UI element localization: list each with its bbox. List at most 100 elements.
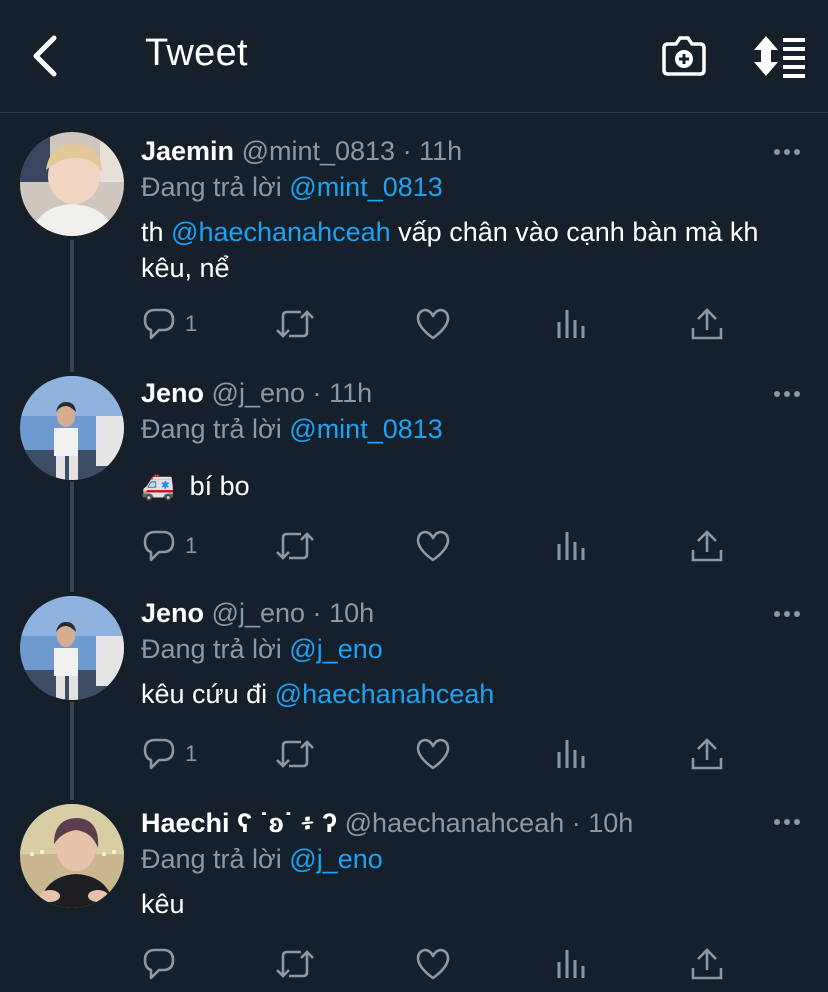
retweet-button[interactable] [275,944,315,984]
share-button[interactable] [689,526,725,566]
sort-button[interactable] [752,34,808,78]
like-button[interactable] [415,304,451,344]
tweet-text: kêu [141,886,781,922]
reply-prefix: Đang trả lời [141,414,282,444]
tweet-actions [141,944,741,984]
analytics-button[interactable] [553,304,589,344]
retweet-icon [276,740,314,768]
username: @j_eno [211,598,306,628]
reply-icon [143,530,175,562]
camera-button[interactable] [660,34,708,78]
share-icon [691,308,723,340]
reply-to-mention[interactable]: @j_eno [289,844,382,874]
tweet-item[interactable]: Jeno @j_eno · 10h Đang trả lời @j_eno kê… [0,580,828,790]
reply-to-mention[interactable]: @mint_0813 [289,414,443,444]
top-bar: Tweet [0,0,828,113]
reply-context: Đang trả lời @mint_0813 [141,414,443,445]
tweet-header: Jeno @j_eno · 10h [141,598,374,629]
more-options-button[interactable] [772,604,802,624]
text-segment: th [141,217,164,247]
more-options-button[interactable] [772,142,802,162]
reply-button[interactable]: 1 [141,734,197,774]
reply-count: 1 [185,533,198,558]
text-segment: kêu cứu đi [141,679,268,709]
retweet-button[interactable] [275,304,315,344]
display-name[interactable]: Jaemin [141,136,234,166]
reply-context: Đang trả lời @j_eno [141,634,383,665]
tweet-text: th @haechanahceah vấp chân vào cạnh bàn … [141,214,781,286]
mention-link[interactable]: @haechanahceah [275,679,495,709]
mention-link[interactable]: @haechanahceah [171,217,391,247]
display-name[interactable]: Jeno [141,598,204,628]
analytics-icon [557,740,585,768]
page-title: Tweet [145,32,248,74]
retweet-icon [276,532,314,560]
reply-to-mention[interactable]: @mint_0813 [289,172,443,202]
display-name[interactable]: Jeno [141,378,204,408]
tweet-item[interactable]: Jaemin @mint_0813 · 11h Đang trả lời @mi… [0,112,828,360]
separator-dot: · [402,136,412,166]
share-button[interactable] [689,304,725,344]
separator-dot: · [312,378,322,408]
tweet-header: Jaemin @mint_0813 · 11h [141,136,462,167]
retweet-button[interactable] [275,526,315,566]
like-icon [416,738,450,770]
reply-prefix: Đang trả lời [141,844,282,874]
avatar[interactable] [20,376,124,480]
reply-context: Đang trả lời @j_eno [141,844,383,875]
reply-count: 1 [185,741,198,766]
retweet-icon [276,310,314,338]
analytics-icon [557,310,585,338]
analytics-icon [557,950,585,978]
username: @haechanahceah [344,808,565,838]
more-options-button[interactable] [772,812,802,832]
analytics-button[interactable] [553,734,589,774]
share-icon [691,738,723,770]
reply-button[interactable] [141,944,185,984]
reply-icon [143,948,175,980]
retweet-icon [276,950,314,978]
more-icon [774,149,800,155]
tweet-actions: 1 [141,304,741,344]
tweet-text: kêu cứu đi @haechanahceah [141,676,781,712]
like-button[interactable] [415,734,451,774]
text-segment: kêu [141,889,185,919]
retweet-button[interactable] [275,734,315,774]
camera-add-icon [662,36,706,76]
analytics-icon [557,532,585,560]
sort-icon [754,36,805,78]
more-icon [774,611,800,617]
share-button[interactable] [689,734,725,774]
avatar[interactable] [20,804,124,908]
display-name[interactable]: Haechi ʕ ˙ʚ˙ ፥ ʔ [141,808,337,838]
like-button[interactable] [415,944,451,984]
analytics-button[interactable] [553,526,589,566]
avatar[interactable] [20,132,124,236]
share-icon [691,948,723,980]
reply-button[interactable]: 1 [141,526,197,566]
share-button[interactable] [689,944,725,984]
more-options-button[interactable] [772,384,802,404]
username: @j_eno [211,378,306,408]
tweet-actions: 1 [141,526,741,566]
separator-dot: · [312,598,322,628]
timestamp: 11h [419,136,463,166]
reply-button[interactable]: 1 [141,304,197,344]
share-icon [691,530,723,562]
back-button[interactable] [22,28,72,84]
reply-icon [143,738,175,770]
chevron-left-icon [33,35,57,77]
like-icon [416,530,450,562]
text-segment: bí bo [189,471,250,501]
reply-icon [143,308,175,340]
more-icon [774,391,800,397]
reply-to-mention[interactable]: @j_eno [289,634,382,664]
avatar[interactable] [20,596,124,700]
tweet-actions: 1 [141,734,741,774]
tweet-item[interactable]: Haechi ʕ ˙ʚ˙ ፥ ʔ @haechanahceah · 10h Đa… [0,790,828,992]
analytics-button[interactable] [553,944,589,984]
more-icon [774,819,800,825]
separator-dot: · [571,808,581,838]
like-button[interactable] [415,526,451,566]
tweet-item[interactable]: Jeno @j_eno · 11h Đang trả lời @mint_081… [0,360,828,580]
